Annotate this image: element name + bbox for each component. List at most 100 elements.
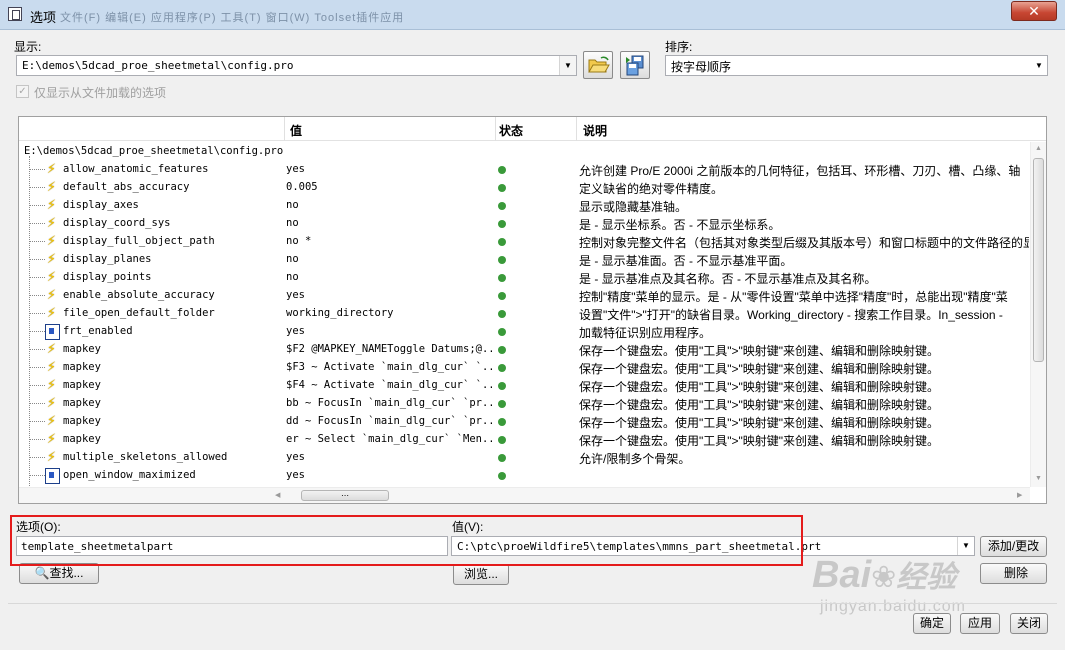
option-name: mapkey [63,343,101,355]
option-description: 显示或隐藏基准轴。 [579,200,688,214]
sort-value: 按字母顺序 [671,60,732,74]
option-name: mapkey [63,433,101,445]
option-description: 保存一个键盘宏。使用"工具">"映射键"来创建、编辑和删除映射键。 [579,416,940,430]
lightning-icon: ⚡ [46,215,57,230]
display-path: E:\demos\5dcad_proe_sheetmetal\config.pr… [22,59,294,72]
option-value: no * [286,235,312,247]
table-row[interactable]: ⚡ display_axes no 显示或隐藏基准轴。 [19,196,1029,214]
table-row[interactable]: ⚡ display_coord_sys no 是 - 显示坐标系。否 - 不显示坐标系… [19,214,1029,232]
option-name: open_window_maximized [63,469,196,481]
status-dot-icon [498,292,506,300]
table-row[interactable]: ⚡ mapkey dd ~ FocusIn `main_dlg_cur` `pr..… [19,412,1029,430]
lightning-icon: ⚡ [46,305,57,320]
table-row[interactable]: frt_enabled yes 加载特征识别应用程序。 [19,322,1029,340]
option-description: 控制对象完整文件名（包括其对象类型后缀及其版本号）和窗口标题中的文件路径的显 [579,236,1029,250]
header-status[interactable]: 状态 [499,122,523,139]
header-description[interactable]: 说明 [583,122,607,139]
option-name: display_full_object_path [63,235,215,247]
option-description: 保存一个键盘宏。使用"工具">"映射键"来创建、编辑和删除映射键。 [579,344,940,358]
table-row[interactable]: ⚡ mapkey $F4 ~ Activate `main_dlg_cur` `..… [19,376,1029,394]
table-row[interactable]: ⚡ display_planes no 是 - 显示基准面。否 - 不显示基准平面。 [19,250,1029,268]
vertical-scroll-thumb[interactable] [1033,158,1044,362]
option-name: file_open_default_folder [63,307,215,319]
option-description: 保存一个键盘宏。使用"工具">"映射键"来创建、编辑和删除映射键。 [579,380,940,394]
status-dot-icon [498,454,506,462]
horizontal-scrollbar[interactable]: ◀ ⋯ ▶ [19,487,1030,503]
sort-combo[interactable]: 按字母顺序 ▼ [665,55,1048,76]
status-dot-icon [498,436,506,444]
status-dot-icon [498,184,506,192]
table-row[interactable]: open_window_maximized yes [19,466,1029,484]
option-name: default_abs_accuracy [63,181,190,193]
option-name: frt_enabled [63,325,133,337]
status-dot-icon [498,256,506,264]
option-name: mapkey [63,415,101,427]
chevron-down-icon[interactable]: ▼ [559,56,576,75]
table-row[interactable]: ⚡ display_points no 是 - 显示基准点及其名称。否 - 不显示基准… [19,268,1029,286]
options-table[interactable]: 值 状态 说明 E:\demos\5dcad_proe_sheetmetal\c… [18,116,1047,504]
table-row[interactable]: ⚡ default_abs_accuracy 0.005 定义缺省的绝对零件精度。 [19,178,1029,196]
lightning-icon: ⚡ [46,287,57,302]
status-dot-icon [498,220,506,228]
option-description: 保存一个键盘宏。使用"工具">"映射键"来创建、编辑和删除映射键。 [579,362,940,376]
lightning-icon: ⚡ [46,233,57,248]
option-name: display_axes [63,199,139,211]
close-button[interactable]: 关闭 [1010,613,1048,634]
open-file-button[interactable] [583,51,613,79]
scroll-down-icon[interactable]: ▼ [1035,475,1042,482]
status-dot-icon [498,364,506,372]
window-close-button[interactable]: ✕ [1011,1,1057,21]
option-value: yes [286,451,305,463]
table-row[interactable]: ⚡ allow_anatomic_features yes 允许创建 Pro/E 20… [19,160,1029,178]
option-name: enable_absolute_accuracy [63,289,215,301]
config-root-node[interactable]: E:\demos\5dcad_proe_sheetmetal\config.pr… [24,145,283,157]
status-dot-icon [498,400,506,408]
option-name: mapkey [63,361,101,373]
option-name: display_planes [63,253,152,265]
find-button-label: 查找... [49,566,84,580]
browse-button[interactable]: 浏览... [453,564,509,585]
option-name: mapkey [63,397,101,409]
find-button[interactable]: 🔍查找... [19,563,99,584]
table-row[interactable]: ⚡ mapkey bb ~ FocusIn `main_dlg_cur` `pr..… [19,394,1029,412]
scroll-up-icon[interactable]: ▲ [1035,145,1042,152]
application-option-icon [45,324,60,340]
apply-button[interactable]: 应用 [960,613,1000,634]
footer-divider [8,603,1057,604]
search-icon: 🔍 [34,566,50,580]
watermark-brand: Bai❀经验 [812,554,957,596]
horizontal-scroll-thumb[interactable]: ⋯ [301,490,389,501]
table-row[interactable]: ⚡ multiple_skeletons_allowed yes 允许/限制多个骨架。 [19,448,1029,466]
table-row[interactable]: ⚡ mapkey $F2 @MAPKEY_NAMEToggle Datums;@..… [19,340,1029,358]
chevron-down-icon[interactable]: ▼ [1031,56,1047,75]
status-dot-icon [498,382,506,390]
scroll-right-icon[interactable]: ▶ [1017,491,1022,499]
header-value[interactable]: 值 [290,122,302,139]
lightning-icon: ⚡ [46,359,57,374]
status-dot-icon [498,472,506,480]
table-row[interactable]: ⚡ enable_absolute_accuracy yes 控制"精度"菜单的显示。… [19,286,1029,304]
table-row[interactable]: ⚡ display_full_object_path no * 控制对象完整文件名（包… [19,232,1029,250]
scroll-left-icon[interactable]: ◀ [275,491,280,499]
option-value: yes [286,469,305,481]
display-combo[interactable]: E:\demos\5dcad_proe_sheetmetal\config.pr… [16,55,577,76]
ok-button[interactable]: 确定 [913,613,951,634]
option-description: 允许/限制多个骨架。 [579,452,691,466]
table-row[interactable]: ⚡ mapkey er ~ Select `main_dlg_cur` `Men..… [19,430,1029,448]
option-value: no [286,199,299,211]
lightning-icon: ⚡ [46,251,57,266]
close-icon: ✕ [1028,3,1040,19]
lightning-icon: ⚡ [46,395,57,410]
lightning-icon: ⚡ [46,413,57,428]
table-row[interactable]: ⚡ file_open_default_folder working_directo… [19,304,1029,322]
option-description: 保存一个键盘宏。使用"工具">"映射键"来创建、编辑和删除映射键。 [579,398,940,412]
table-row[interactable]: ⚡ mapkey $F3 ~ Activate `main_dlg_cur` `..… [19,358,1029,376]
save-copy-button[interactable] [620,51,650,79]
filter-checkbox[interactable]: ✓ [16,85,29,98]
vertical-scrollbar[interactable]: ▲ ▼ [1030,142,1046,487]
sort-label: 排序: [665,40,693,54]
option-description: 加载特征识别应用程序。 [579,326,712,340]
lightning-icon: ⚡ [46,197,57,212]
highlight-annotation-box [10,515,803,566]
status-dot-icon [498,274,506,282]
